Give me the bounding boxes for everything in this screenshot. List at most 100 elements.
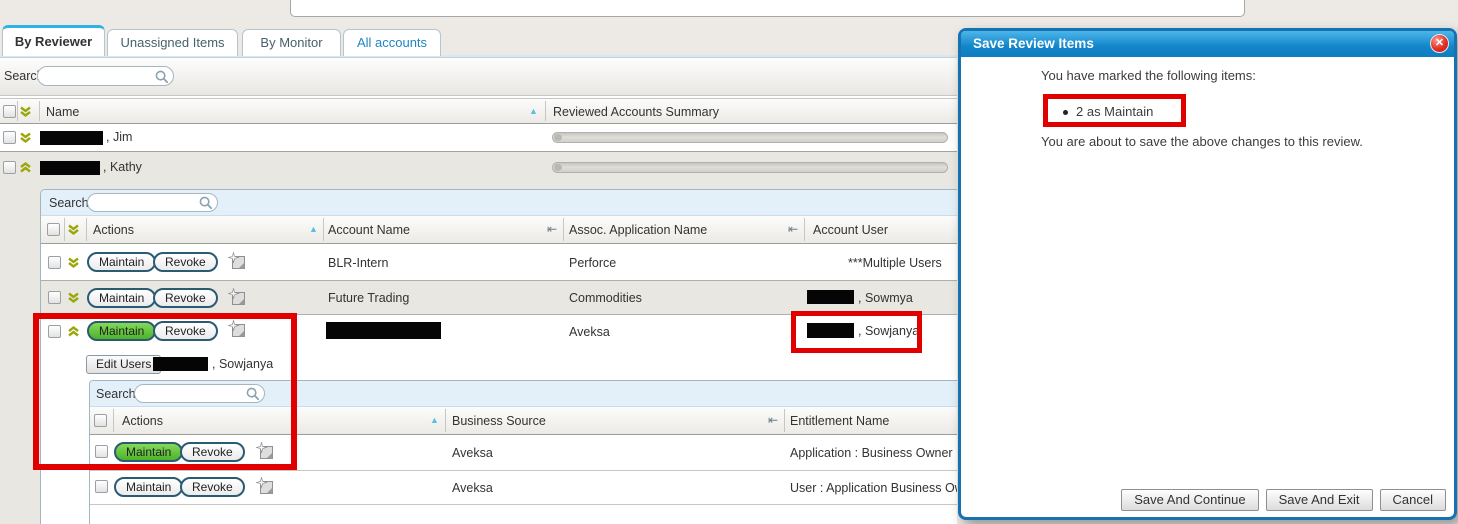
save-review-items-dialog: Save Review Items ✕ You have marked the … [958, 28, 1457, 520]
expand-row-icon[interactable] [67, 291, 80, 304]
redacted-user [807, 290, 854, 304]
column-account-user[interactable]: Account User [813, 223, 888, 237]
accounts-search-input[interactable] [96, 195, 199, 211]
account-name: BLR-Intern [328, 256, 388, 270]
tab-unassigned-items[interactable]: Unassigned Items [107, 29, 238, 56]
select-all-checkbox[interactable] [47, 223, 60, 236]
column-divider [39, 101, 40, 121]
entitlements-panel: Search: Actions ▲ Business Source [89, 380, 957, 524]
column-reviewed-accounts-summary[interactable]: Reviewed Accounts Summary [553, 105, 719, 119]
revoke-button[interactable]: Revoke [180, 442, 245, 462]
entitlements-search-field[interactable] [134, 384, 265, 403]
account-user: ***Multiple Users [848, 256, 942, 270]
account-row-expanded: Maintain Revoke Aveksa , Sowjanya Edit U… [41, 315, 957, 524]
redacted-name [40, 131, 103, 145]
reviewer-search-field[interactable] [37, 66, 174, 86]
edit-users-button[interactable]: Edit Users [86, 355, 161, 374]
redacted-account-name [326, 322, 441, 339]
revoke-button[interactable]: Revoke [153, 321, 218, 341]
close-icon[interactable]: ✕ [1430, 34, 1449, 53]
maintain-button[interactable]: Maintain [87, 288, 156, 308]
column-divider [64, 218, 65, 241]
add-note-icon[interactable] [256, 442, 274, 460]
tab-by-reviewer[interactable]: By Reviewer [2, 25, 105, 56]
assoc-application-name: Aveksa [569, 325, 610, 339]
maintain-button-selected[interactable]: Maintain [114, 442, 183, 462]
sort-asc-icon[interactable]: ▲ [529, 106, 538, 116]
entitlement-row: Maintain Revoke Aveksa User : Applicatio… [90, 471, 957, 505]
entitlements-search-input[interactable] [143, 386, 246, 402]
expand-all-icon[interactable] [19, 105, 32, 118]
account-row: Maintain Revoke BLR-Intern Perforce ***M… [41, 244, 957, 281]
add-note-icon[interactable] [256, 477, 274, 495]
row-checkbox[interactable] [48, 256, 61, 269]
redacted-name [40, 161, 100, 175]
column-account-name[interactable]: Account Name [328, 223, 410, 237]
tab-by-monitor[interactable]: By Monitor [242, 29, 341, 56]
column-name[interactable]: Name [46, 105, 79, 119]
business-source: Aveksa [452, 481, 493, 495]
filter-icon[interactable]: ⇤ [547, 222, 557, 236]
revoke-button[interactable]: Revoke [153, 252, 218, 272]
save-and-continue-button[interactable]: Save And Continue [1121, 489, 1258, 511]
sort-asc-icon[interactable]: ▲ [309, 224, 318, 234]
tab-all-accounts[interactable]: All accounts [343, 29, 441, 56]
expand-row-icon[interactable] [67, 256, 80, 269]
account-user: , Sowjanya [858, 324, 919, 338]
maintain-button[interactable]: Maintain [87, 252, 156, 272]
row-checkbox[interactable] [3, 131, 16, 144]
column-divider [784, 409, 785, 432]
row-checkbox[interactable] [3, 161, 16, 174]
add-note-icon[interactable] [228, 288, 246, 306]
column-entitlement-name[interactable]: Entitlement Name [790, 414, 889, 428]
accounts-search-field[interactable] [87, 193, 218, 212]
cancel-button[interactable]: Cancel [1380, 489, 1446, 511]
filter-icon[interactable]: ⇤ [768, 413, 778, 427]
collapse-row-icon[interactable] [67, 325, 80, 338]
assoc-application-name: Commodities [569, 291, 642, 305]
dialog-message: You have marked the following items: [1041, 68, 1256, 83]
reviewer-search-input[interactable] [46, 68, 155, 84]
row-checkbox[interactable] [48, 325, 61, 338]
search-icon [155, 70, 168, 83]
accounts-panel: Search: Actions ▲ Account Name ⇤ Assoc. … [40, 189, 957, 524]
row-checkbox[interactable] [95, 480, 108, 493]
column-divider [323, 218, 324, 241]
revoke-button[interactable]: Revoke [180, 477, 245, 497]
add-note-icon[interactable] [228, 320, 246, 338]
revoke-button[interactable]: Revoke [153, 288, 218, 308]
select-all-checkbox[interactable] [3, 105, 16, 118]
add-note-icon[interactable] [228, 252, 246, 270]
reviewer-name: , Jim [106, 130, 132, 144]
maintain-button-selected[interactable]: Maintain [87, 321, 156, 341]
account-user: , Sowmya [858, 291, 913, 305]
collapse-row-icon[interactable] [19, 161, 32, 174]
entitlements-search-bar: Search: [90, 381, 957, 407]
row-checkbox[interactable] [95, 445, 108, 458]
reviewer-name: , Kathy [103, 160, 142, 174]
column-actions[interactable]: Actions [122, 414, 163, 428]
column-actions[interactable]: Actions [93, 223, 134, 237]
reviewer-row-jim: , Jim [0, 124, 957, 152]
expand-row-icon[interactable] [19, 131, 32, 144]
business-source: Aveksa [452, 446, 493, 460]
dialog-title: Save Review Items [973, 31, 1094, 57]
search-label: Search: [96, 387, 139, 401]
expand-all-icon[interactable] [67, 223, 80, 236]
sort-asc-icon[interactable]: ▲ [430, 415, 439, 425]
select-all-checkbox[interactable] [94, 414, 107, 427]
column-assoc-application-name[interactable]: Assoc. Application Name [569, 223, 707, 237]
entitlements-table-header: Actions ▲ Business Source ⇤ Entitlement … [90, 407, 957, 435]
reviewer-row-kathy: , Kathy [0, 152, 957, 183]
save-and-exit-button[interactable]: Save And Exit [1266, 489, 1373, 511]
entitlement-name: User : Application Business Ow [790, 481, 957, 495]
maintain-button[interactable]: Maintain [114, 477, 183, 497]
row-checkbox[interactable] [48, 291, 61, 304]
assoc-application-name: Perforce [569, 256, 616, 270]
entitlement-row: Maintain Revoke Aveksa Application : Bus… [90, 435, 957, 471]
dialog-footer: Save And Continue Save And Exit Cancel [1121, 489, 1446, 511]
filter-icon[interactable]: ⇤ [788, 222, 798, 236]
column-business-source[interactable]: Business Source [452, 414, 546, 428]
account-name: Future Trading [328, 291, 409, 305]
column-divider [113, 409, 114, 432]
